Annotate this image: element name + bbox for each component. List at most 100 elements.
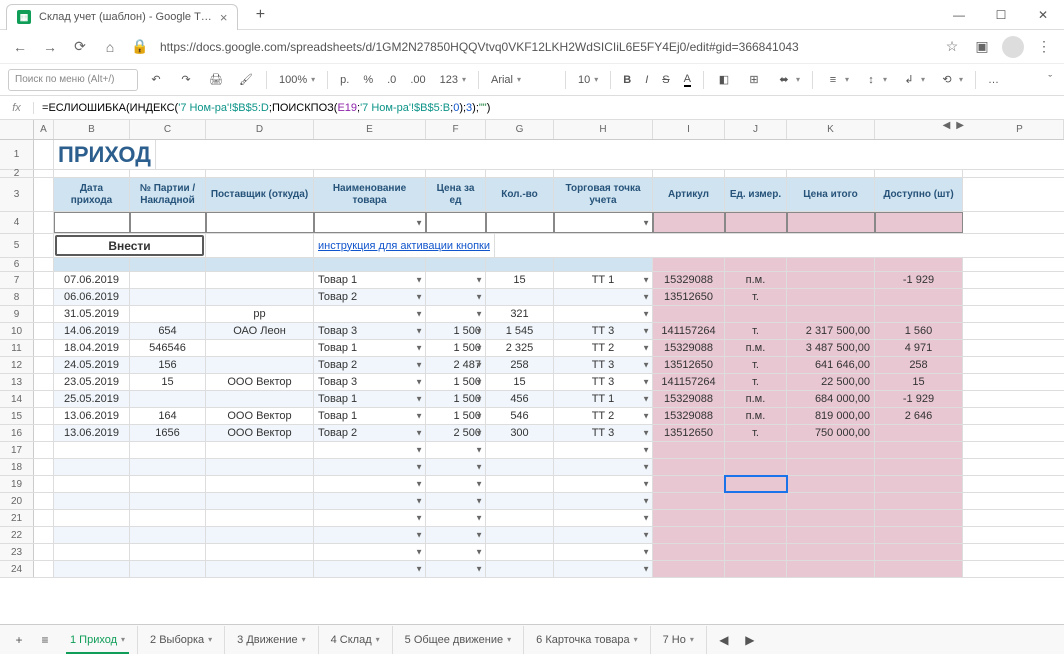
cell-point[interactable]: ▼	[554, 306, 653, 322]
italic-button[interactable]: I	[641, 69, 652, 91]
dropdown-icon[interactable]: ▼	[642, 276, 650, 285]
empty-cell[interactable]: ▼	[426, 544, 486, 560]
star-button[interactable]: ☆	[942, 38, 962, 55]
cell-unit[interactable]: п.м.	[725, 340, 787, 356]
empty-cell[interactable]: ▼	[314, 459, 426, 475]
dropdown-icon[interactable]: ▼	[642, 514, 650, 523]
new-tab-button[interactable]: +	[248, 3, 272, 27]
empty-cell[interactable]: ▼	[426, 493, 486, 509]
expand-toolbar-button[interactable]: ˇ	[1044, 69, 1056, 91]
empty-cell[interactable]: ▼	[554, 476, 653, 492]
empty-cell[interactable]	[725, 510, 787, 526]
dropdown-icon[interactable]: ▼	[642, 548, 650, 557]
empty-cell[interactable]	[130, 493, 206, 509]
dropdown-icon[interactable]: ▼	[642, 446, 650, 455]
dropdown-icon[interactable]: ▼	[642, 327, 650, 336]
empty-cell[interactable]	[875, 493, 963, 509]
input-B[interactable]	[54, 212, 130, 233]
select-all-corner[interactable]	[0, 120, 34, 139]
empty-cell[interactable]	[725, 442, 787, 458]
cell-avail[interactable]: 1 560	[875, 323, 963, 339]
cell-date[interactable]: 14.06.2019	[54, 323, 130, 339]
cell-qty[interactable]	[486, 289, 554, 305]
col-C[interactable]: C	[130, 120, 206, 139]
rotate-button[interactable]: ⟲	[935, 69, 967, 91]
cell-total[interactable]: 819 000,00	[787, 408, 875, 424]
scroll-tabs-right[interactable]: ▶	[737, 627, 763, 653]
empty-cell[interactable]	[130, 442, 206, 458]
empty-cell[interactable]: ▼	[426, 476, 486, 492]
row-header[interactable]: 18	[0, 459, 34, 475]
undo-button[interactable]: ↶	[144, 69, 168, 91]
cell-price[interactable]: 2 500▼	[426, 425, 486, 441]
cell-unit[interactable]: п.м.	[725, 272, 787, 288]
cell-article[interactable]: 15329088	[653, 340, 725, 356]
calc-K[interactable]	[787, 212, 875, 233]
empty-cell[interactable]	[130, 544, 206, 560]
sheet-tab[interactable]: 4 Склад▾	[319, 626, 393, 654]
col-scroll-left[interactable]: ◀	[941, 120, 953, 139]
cell-date[interactable]: 13.06.2019	[54, 425, 130, 441]
empty-cell[interactable]	[875, 510, 963, 526]
empty-cell[interactable]	[787, 561, 875, 577]
cell-date[interactable]: 18.04.2019	[54, 340, 130, 356]
row-header[interactable]: 10	[0, 323, 34, 339]
empty-cell[interactable]: ▼	[426, 442, 486, 458]
cell-supplier[interactable]: ОАО Леон	[206, 323, 314, 339]
cell-avail[interactable]	[875, 306, 963, 322]
empty-cell[interactable]: ▼	[554, 510, 653, 526]
cell-qty[interactable]: 1 545	[486, 323, 554, 339]
cast-button[interactable]: ▣	[972, 38, 992, 55]
cell-avail[interactable]: -1 929	[875, 272, 963, 288]
browser-tab[interactable]: ▦ Склад учет (шаблон) - Google Т… ×	[6, 4, 238, 30]
cell-total[interactable]	[787, 289, 875, 305]
add-sheet-button[interactable]: +	[6, 627, 32, 653]
empty-cell[interactable]	[130, 510, 206, 526]
calc-J[interactable]	[725, 212, 787, 233]
enter-button[interactable]: Внести	[55, 235, 204, 256]
cell-price[interactable]: ▼	[426, 289, 486, 305]
cell-total[interactable]: 2 317 500,00	[787, 323, 875, 339]
cell-supplier[interactable]: ООО Вектор	[206, 408, 314, 424]
sheet-tab-menu-icon[interactable]: ▾	[208, 635, 212, 644]
empty-cell[interactable]: ▼	[554, 544, 653, 560]
dropdown-icon[interactable]: ▼	[642, 293, 650, 302]
redo-button[interactable]: ↷	[174, 69, 198, 91]
borders-button[interactable]: ⊞	[742, 69, 766, 91]
dropdown-icon[interactable]: ▼	[415, 463, 423, 472]
cell-total[interactable]: 750 000,00	[787, 425, 875, 441]
empty-cell[interactable]	[875, 476, 963, 492]
number-format-select[interactable]: 123	[436, 69, 470, 91]
row-header[interactable]: 19	[0, 476, 34, 492]
dropdown-icon[interactable]: ▼	[415, 514, 423, 523]
input-D[interactable]	[206, 212, 314, 233]
cell-supplier[interactable]: ООО Вектор	[206, 374, 314, 390]
all-sheets-button[interactable]: ≡	[32, 627, 58, 653]
more-button[interactable]: …	[984, 69, 1003, 91]
cell-product[interactable]: Товар 1▼	[314, 391, 426, 407]
cell-product[interactable]: Товар 1▼	[314, 340, 426, 356]
input-C[interactable]	[130, 212, 206, 233]
row-header[interactable]: 24	[0, 561, 34, 577]
dropdown-icon[interactable]: ▼	[415, 446, 423, 455]
cell-unit[interactable]	[725, 306, 787, 322]
font-size-select[interactable]: 10	[574, 69, 602, 91]
merge-button[interactable]: ⬌	[772, 69, 804, 91]
empty-cell[interactable]	[130, 476, 206, 492]
empty-cell[interactable]	[206, 493, 314, 509]
empty-cell[interactable]	[875, 544, 963, 560]
dropdown-icon[interactable]: ▼	[415, 480, 423, 489]
dec-decrease-button[interactable]: .0	[383, 69, 400, 91]
empty-cell[interactable]	[54, 442, 130, 458]
cell-batch[interactable]	[130, 391, 206, 407]
valign-button[interactable]: ↕	[859, 69, 891, 91]
empty-cell[interactable]: ▼	[426, 527, 486, 543]
dropdown-icon[interactable]: ▼	[475, 446, 483, 455]
empty-cell[interactable]: ▼	[314, 561, 426, 577]
cell-date[interactable]: 23.05.2019	[54, 374, 130, 390]
col-G[interactable]: G	[486, 120, 554, 139]
dropdown-icon[interactable]: ▼	[642, 310, 650, 319]
empty-cell[interactable]	[787, 442, 875, 458]
empty-cell[interactable]: ▼	[314, 544, 426, 560]
empty-cell[interactable]	[653, 442, 725, 458]
